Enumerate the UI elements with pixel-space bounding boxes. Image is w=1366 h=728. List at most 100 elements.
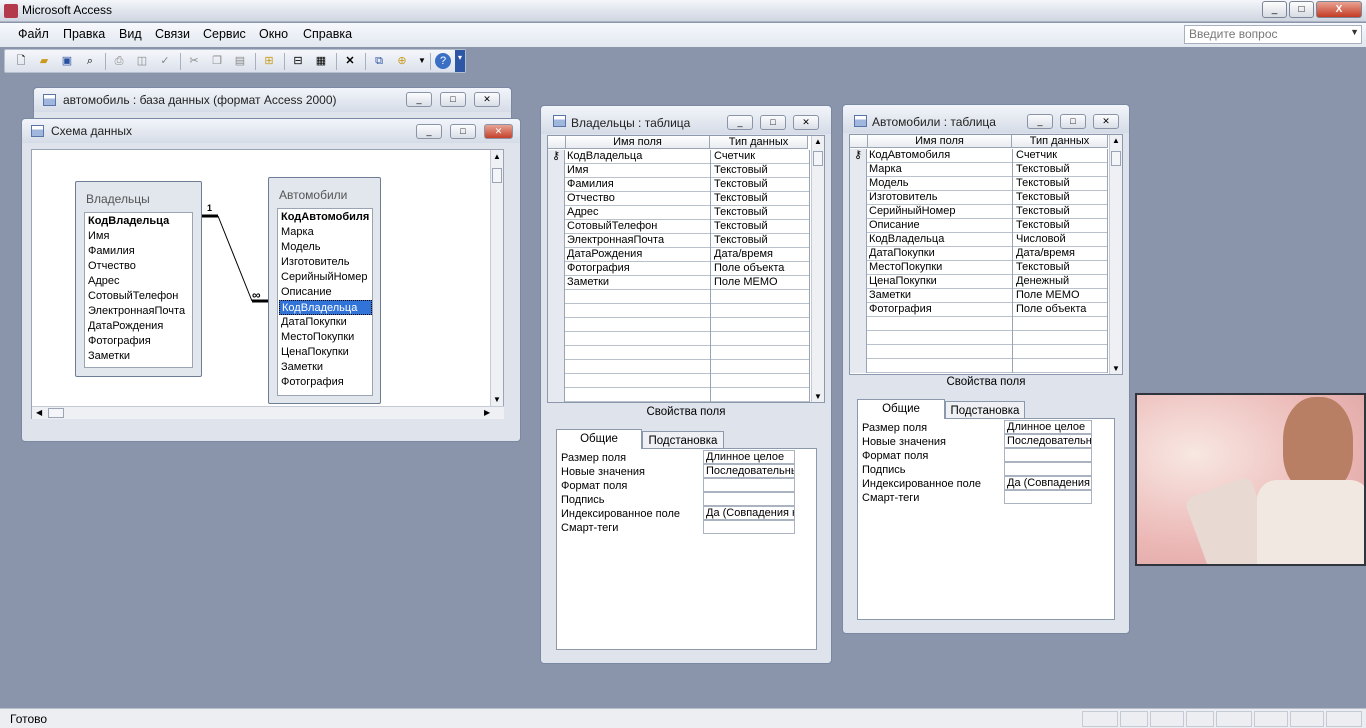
property-value-field[interactable]: [703, 520, 795, 534]
tab-lookup[interactable]: Подстановка: [945, 401, 1025, 419]
property-value-field[interactable]: Длинное целое: [1004, 420, 1092, 434]
scroll-up-icon[interactable]: ▲: [493, 152, 501, 161]
row-selector[interactable]: [850, 345, 867, 359]
property-value-field[interactable]: [1004, 448, 1092, 462]
field-name-cell[interactable]: КодВладельца: [869, 233, 1009, 246]
list-item[interactable]: Фотография: [279, 375, 344, 390]
data-type-cell[interactable]: Текстовый: [1016, 261, 1108, 274]
property-value-field[interactable]: Длинное целое: [703, 450, 795, 464]
minimize-button[interactable]: _: [416, 124, 442, 139]
scroll-right-icon[interactable]: ▶: [484, 408, 490, 417]
row-selector[interactable]: [548, 304, 565, 318]
spelling-icon[interactable]: ✓: [157, 53, 173, 69]
menu-window[interactable]: Окно: [259, 27, 288, 41]
scrollbar-thumb[interactable]: [813, 151, 823, 166]
table-row[interactable]: ЭлектроннаяПочта Текстовый: [548, 234, 810, 248]
row-selector[interactable]: [850, 219, 867, 233]
row-selector[interactable]: [850, 191, 867, 205]
list-item[interactable]: Имя: [86, 229, 109, 244]
table-row[interactable]: Фотография Поле объекта: [548, 262, 810, 276]
open-icon[interactable]: ▰: [36, 53, 52, 69]
table-row[interactable]: Заметки Поле MEMO: [850, 289, 1108, 303]
data-type-cell[interactable]: Денежный: [1016, 275, 1108, 288]
row-selector[interactable]: [548, 332, 565, 346]
row-selector[interactable]: [850, 303, 867, 317]
delete-icon[interactable]: ✕: [342, 53, 358, 69]
primary-key-icon[interactable]: ⚷: [548, 150, 565, 164]
table-row[interactable]: Фотография Поле объекта: [850, 303, 1108, 317]
field-name-cell[interactable]: КодВладельца: [567, 150, 707, 163]
row-selector[interactable]: [850, 275, 867, 289]
empty-table-row[interactable]: [548, 304, 810, 318]
table-row[interactable]: МестоПокупки Текстовый: [850, 261, 1108, 275]
list-item[interactable]: Марка: [279, 225, 314, 240]
field-name-cell[interactable]: ЭлектроннаяПочта: [567, 234, 707, 247]
data-type-cell[interactable]: Поле MEMO: [714, 276, 808, 289]
list-item[interactable]: Модель: [279, 240, 320, 255]
table-row[interactable]: Имя Текстовый: [548, 164, 810, 178]
field-name-cell[interactable]: ДатаРождения: [567, 248, 707, 261]
owners-field-list[interactable]: КодВладельца Имя Фамилия Отчество Адрес …: [84, 212, 193, 368]
field-name-cell[interactable]: Описание: [869, 219, 1009, 232]
property-value-field[interactable]: [1004, 462, 1092, 476]
empty-table-row[interactable]: [850, 345, 1108, 359]
owners-design-grid[interactable]: Имя поля Тип данных ⚷ КодВладельца Счетчик…: [547, 135, 825, 403]
property-value-field[interactable]: Последовательные: [703, 464, 795, 478]
owners-table-box[interactable]: Владельцы КодВладельца Имя Фамилия Отчес…: [75, 181, 202, 377]
table-row[interactable]: Адрес Текстовый: [548, 206, 810, 220]
empty-table-row[interactable]: [850, 359, 1108, 373]
data-type-cell[interactable]: Текстовый: [714, 220, 808, 233]
menu-edit[interactable]: Правка: [63, 27, 105, 41]
table-row[interactable]: ДатаПокупки Дата/время: [850, 247, 1108, 261]
table-row[interactable]: Марка Текстовый: [850, 163, 1108, 177]
row-selector[interactable]: [548, 346, 565, 360]
table-row[interactable]: Отчество Текстовый: [548, 192, 810, 206]
data-type-cell[interactable]: Поле объекта: [714, 262, 808, 275]
copy-icon[interactable]: ❐: [209, 53, 225, 69]
table-row[interactable]: ДатаРождения Дата/время: [548, 248, 810, 262]
row-selector[interactable]: [850, 331, 867, 345]
data-type-cell[interactable]: Текстовый: [714, 192, 808, 205]
scroll-down-icon[interactable]: ▼: [814, 392, 822, 401]
row-selector[interactable]: [548, 178, 565, 192]
empty-table-row[interactable]: [850, 317, 1108, 331]
minimize-button[interactable]: _: [1027, 114, 1053, 129]
field-name-cell[interactable]: КодАвтомобиля: [869, 149, 1009, 162]
empty-table-row[interactable]: [548, 346, 810, 360]
scrollbar-thumb[interactable]: [48, 408, 64, 418]
list-item[interactable]: Фотография: [86, 334, 151, 349]
data-type-cell[interactable]: Счетчик: [714, 150, 808, 163]
row-selector[interactable]: [548, 192, 565, 206]
chevron-down-icon[interactable]: ▼: [414, 53, 430, 69]
table-row[interactable]: Модель Текстовый: [850, 177, 1108, 191]
field-name-cell[interactable]: ДатаПокупки: [869, 247, 1009, 260]
scroll-down-icon[interactable]: ▼: [1112, 364, 1120, 373]
data-type-cell[interactable]: Текстовый: [1016, 163, 1108, 176]
property-value-field[interactable]: Последовательные: [1004, 434, 1092, 448]
column-header-data-type[interactable]: Тип данных: [710, 136, 808, 149]
row-selector[interactable]: [548, 164, 565, 178]
vertical-scrollbar[interactable]: ▲ ▼: [1109, 135, 1122, 374]
row-selector[interactable]: [850, 317, 867, 331]
show-direct-icon[interactable]: ⊟: [290, 53, 306, 69]
field-name-cell[interactable]: СерийныйНомер: [869, 205, 1009, 218]
scrollbar-thumb[interactable]: [1111, 151, 1121, 166]
row-selector[interactable]: [850, 163, 867, 177]
table-row[interactable]: Заметки Поле MEMO: [548, 276, 810, 290]
cars-design-grid[interactable]: Имя поля Тип данных ⚷ КодАвтомобиля Счетчи…: [849, 134, 1123, 375]
ask-question-input[interactable]: Введите вопрос ▼: [1184, 25, 1362, 44]
row-selector[interactable]: [548, 374, 565, 388]
row-selector[interactable]: [548, 318, 565, 332]
list-item[interactable]: Адрес: [86, 274, 120, 289]
field-name-cell[interactable]: СотовыйТелефон: [567, 220, 707, 233]
list-item[interactable]: КодАвтомобиля: [279, 210, 369, 225]
list-item[interactable]: Описание: [279, 285, 332, 300]
table-row[interactable]: Фамилия Текстовый: [548, 178, 810, 192]
close-button[interactable]: ✕: [793, 115, 819, 130]
primary-key-icon[interactable]: ⚷: [850, 149, 867, 163]
scrollbar-thumb[interactable]: [492, 168, 502, 183]
data-type-cell[interactable]: Поле объекта: [1016, 303, 1108, 316]
menu-file[interactable]: Файл: [18, 27, 49, 41]
row-selector[interactable]: [548, 360, 565, 374]
data-type-cell[interactable]: Дата/время: [1016, 247, 1108, 260]
